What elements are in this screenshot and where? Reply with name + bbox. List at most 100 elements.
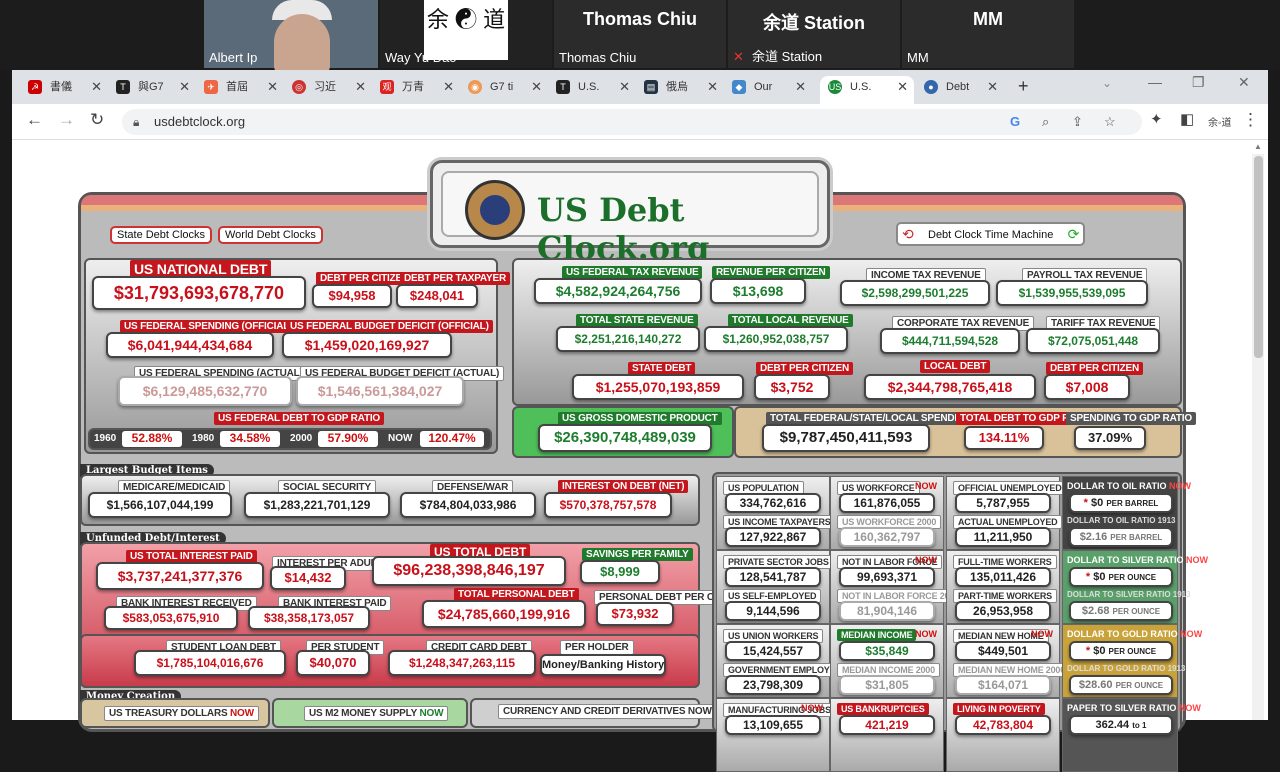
close-window-icon[interactable]: ✕ [1238,74,1250,91]
revenue-per-citizen-value: $13,698 [710,278,806,304]
back-icon[interactable]: ← [26,110,43,130]
tab-close-icon[interactable]: ✕ [707,76,718,98]
tab-close-icon[interactable]: ✕ [897,76,908,98]
browser-tab[interactable]: ◆ Our ✕ [724,76,812,104]
reload-icon[interactable]: ↻ [90,110,104,130]
site-logo-text: US Debt Clock.org [537,191,710,267]
participant-face [274,14,330,74]
restore-icon[interactable]: ❐ [1192,74,1205,91]
browser-tab[interactable]: ✈ 首屆 ✕ [196,76,284,104]
google-translate-icon[interactable]: G [1010,109,1020,135]
national-debt-value: $31,793,693,678,770 [92,276,306,310]
world-debt-clocks-button[interactable]: World Debt Clocks [218,226,323,244]
bookmark-star-icon[interactable]: ☆ [1104,109,1116,135]
scroll-up-icon[interactable]: ▲ [1254,142,1262,151]
stat-value: 13,109,655 [725,715,821,735]
profile-icon[interactable]: 余◦道 [1208,114,1232,129]
spending-to-gdp-label: SPENDING TO GDP RATIO [1066,412,1196,425]
zoom-icon[interactable]: ⌕ [1042,109,1049,135]
time-machine-button[interactable]: ⟲ Debt Clock Time Machine ⟳ [896,222,1086,246]
extensions-icon[interactable]: ✦ [1150,110,1163,128]
state-revenue-value: $2,251,216,140,272 [556,326,700,352]
ratio-label: DOLLAR TO SILVER RATIO NOW [1067,555,1209,565]
tab-title: 习近 [314,81,336,93]
stat-value: $31,805 [839,675,935,695]
tab-close-icon[interactable]: ✕ [795,76,806,98]
rewind-icon: ⟲ [902,226,914,242]
interest-per-adult-value: $14,432 [270,566,346,590]
tariff-tax-revenue-value: $72,075,051,448 [1026,328,1160,354]
local-debt-value: $2,344,798,765,418 [864,374,1036,400]
forward-icon[interactable]: → [58,110,75,130]
local-debt-per-citizen-value: $7,008 [1044,374,1130,400]
participant-name: 余道 Station [752,49,823,64]
new-tab-icon[interactable]: + [1018,76,1029,97]
ratio-value: * $0 PER BARREL [1069,493,1173,513]
site-header[interactable]: US Debt Clock.org [430,160,830,267]
stat-label: LIVING IN POVERTY [953,703,1045,715]
tab-title: Our [754,81,773,93]
tab-title: U.S. [850,81,872,93]
per-holder-label: PER HOLDER [560,640,634,655]
tab-favicon: ☭ [28,80,42,94]
participant-tile[interactable]: Albert Ip [204,0,378,74]
participant-name: Way Yu Dao [385,50,457,65]
stat-cell: US POPULATION 334,762,616 US INCOME TAXPAY… [716,476,836,550]
stat-value: 127,922,867 [725,527,821,547]
stat-cell: MEDIAN INCOME NOW $35,849 MEDIAN INCOME 200… [830,624,944,698]
tab-close-icon[interactable]: ✕ [531,76,542,98]
browser-tab[interactable]: ▤ 俄烏 ✕ [636,76,724,104]
year-label: NOW [388,433,413,444]
state-debt-per-citizen-value: $3,752 [754,374,830,400]
stat-value: 128,541,787 [725,567,821,587]
ratio-cell: PAPER TO SILVER RATIO NOW 362.44 to 1 [1062,698,1201,772]
participant-tile[interactable]: MM MM [902,0,1074,68]
state-debt-clocks-button[interactable]: State Debt Clocks [110,226,213,244]
browser-toolbar: ← → ↻ 🔒︎ usdebtclock.org G ⌕ ⇪ ☆ ✦ ◧ 余◦道… [12,104,1268,140]
share-icon[interactable]: ⇪ [1072,109,1083,135]
browser-tab[interactable]: T U.S. ✕ [548,76,636,104]
stat-value: 15,424,557 [725,641,821,661]
tab-favicon: ◉ [468,80,482,94]
browser-tab[interactable]: T 與G7 ✕ [108,76,196,104]
personal-debt-per-citizen-value: $73,932 [596,602,674,626]
stat-value: 334,762,616 [725,493,821,513]
participant-tile[interactable]: 余 ☯ 道 Way Yu Dao [380,0,552,68]
tab-close-icon[interactable]: ✕ [443,76,454,98]
browser-tab[interactable]: 观万青 ✕ [372,76,460,104]
ratio-label-1913: DOLLAR TO OIL RATIO 1913 [1067,516,1176,525]
forward-time-icon: ⟳ [1067,226,1080,242]
stat-cell: US BANKRUPTCIES 421,219 [830,698,944,772]
tab-close-icon[interactable]: ✕ [987,76,998,98]
tab-close-icon[interactable]: ✕ [179,76,190,98]
side-panel-icon[interactable]: ◧ [1180,110,1194,128]
browser-tab[interactable]: ◉ G7 ti ✕ [460,76,548,104]
budget-item-value: $1,283,221,701,129 [244,492,390,518]
tab-close-icon[interactable]: ✕ [91,76,102,98]
browser-tab-bar: ☭ 書儀 ✕ T 與G7 ✕ ✈ 首屆 ✕ ◎ 习近 ✕ 观万青 ✕ ◉ G7 ti ✕ T U.S. ✕… [12,70,1268,104]
tab-close-icon[interactable]: ✕ [267,76,278,98]
browser-tab[interactable]: ◎ 习近 ✕ [284,76,372,104]
participant-tile[interactable]: Thomas Chiu Thomas Chiu [554,0,726,68]
state-debt-value: $1,255,070,193,859 [572,374,744,400]
browser-menu-icon[interactable]: ⋮ [1242,110,1259,130]
ratio-value-1913: $28.60 PER OUNCE [1069,675,1173,695]
scrollbar-thumb[interactable] [1254,156,1263,358]
stat-value: 161,876,055 [839,493,935,513]
participant-tile[interactable]: 余道 Station 余道 Station ✕ [728,0,900,68]
minimize-icon[interactable]: — [1148,74,1162,90]
tab-title: U.S. [578,81,600,93]
tab-search-icon[interactable]: ⌄ [1102,76,1112,90]
tab-close-icon[interactable]: ✕ [355,76,366,98]
tab-close-icon[interactable]: ✕ [619,76,630,98]
browser-tab[interactable]: ☭ 書儀 ✕ [20,76,108,104]
address-bar[interactable]: 🔒︎ usdebtclock.org G ⌕ ⇪ ☆ [122,109,1142,135]
browser-tab-active[interactable]: US U.S. ✕ [820,76,914,104]
budget-item-value: $1,566,107,044,199 [88,492,232,518]
browser-tab[interactable]: ● Debt ✕ [916,76,1004,104]
stat-value: 135,011,426 [955,567,1051,587]
participant-display-name: 余道 Station [763,13,865,33]
tab-favicon: T [116,80,130,94]
money-banking-history-button[interactable]: Money/Banking History [540,654,666,676]
stat-now-badge: NOW [1031,629,1053,639]
